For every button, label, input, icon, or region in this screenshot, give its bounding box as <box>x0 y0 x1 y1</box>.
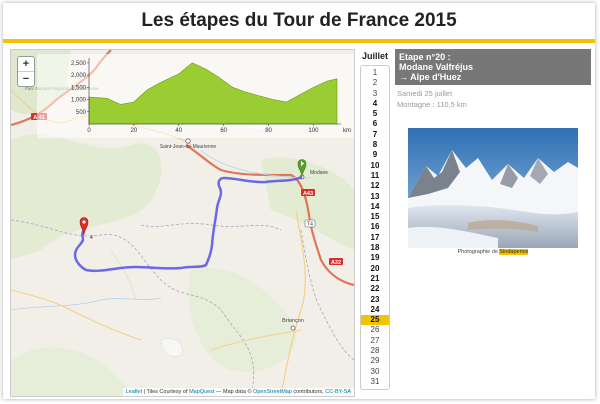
elevation-y-tick-label: 500 <box>76 110 87 116</box>
elevation-x-tick-label: 60 <box>220 128 227 134</box>
day-19[interactable]: 19 <box>361 253 389 263</box>
elevation-profile: 2,500 2,000 1,500 1,000 500 0 20 40 60 80 100 km <box>37 54 354 138</box>
day-9[interactable]: 9 <box>361 150 389 160</box>
mapquest-link[interactable]: MapQuest <box>189 389 214 395</box>
day-8[interactable]: 8 <box>361 140 389 150</box>
stage-finish: → Alpe d'Huez <box>399 72 462 82</box>
data-text: — Map data © <box>214 389 254 395</box>
page-header: Les étapes du Tour de France 2015 <box>3 3 595 43</box>
place-label-modane: Modane <box>310 170 328 176</box>
day-6[interactable]: 6 <box>361 119 389 129</box>
road-label-t4: T4 <box>307 222 313 228</box>
day-25[interactable]: 25 <box>361 315 389 326</box>
place-label-briancon: Briançon <box>282 318 304 324</box>
day-22[interactable]: 22 <box>361 284 389 294</box>
contrib-text: contributors, <box>291 389 326 395</box>
road-label-a32: A32 <box>331 260 341 266</box>
elevation-y-tick-label: 2,500 <box>71 61 87 67</box>
day-31[interactable]: 31 <box>361 377 389 387</box>
tiles-text: | Tiles Courtesy of <box>142 389 190 395</box>
stage-meta: Samedi 25 juillet Montagne : 110,5 km <box>395 85 591 110</box>
day-21[interactable]: 21 <box>361 274 389 284</box>
city-briancon-icon <box>290 325 296 331</box>
elevation-y-tick-label: 1,000 <box>71 98 87 104</box>
photo-credit-author[interactable]: Sindapence <box>499 249 529 255</box>
shield-t4: T4 <box>304 219 316 228</box>
elevation-area <box>88 62 338 125</box>
calendar: Juillet 1 2 3 4 5 6 7 8 9 10 11 12 13 14 15 16 17 18 19 20 2… <box>360 49 390 395</box>
route-map[interactable]: A 41 A43 A32 T4 Saint-Jean-de-Maurienne … <box>10 49 355 397</box>
stage-header: Etape n°20 : Modane Valfréjus → Alpe d'H… <box>395 49 591 85</box>
city-saint-jean-icon <box>185 138 191 144</box>
day-24[interactable]: 24 <box>361 305 389 315</box>
stage-start: Modane Valfréjus <box>399 62 474 72</box>
day-list: 1 2 3 4 5 6 7 8 9 10 11 12 13 14 15 16 17 18 19 20 21 22 23 24 2… <box>360 65 390 391</box>
day-3[interactable]: 3 <box>361 89 389 99</box>
leaflet-link[interactable]: Leaflet <box>126 389 143 395</box>
day-10[interactable]: 10 <box>361 161 389 171</box>
day-12[interactable]: 12 <box>361 181 389 191</box>
day-11[interactable]: 11 <box>361 171 389 181</box>
day-2[interactable]: 2 <box>361 78 389 88</box>
road-label-a43: A43 <box>303 191 313 197</box>
elevation-x-tick-label: 0 <box>87 128 91 134</box>
license-link[interactable]: CC-BY-SA <box>325 389 351 395</box>
day-23[interactable]: 23 <box>361 295 389 305</box>
day-26[interactable]: 26 <box>361 325 389 335</box>
shield-a43: A43 <box>301 189 315 197</box>
day-20[interactable]: 20 <box>361 264 389 274</box>
place-label-saint-jean: Saint-Jean-de-Maurienne <box>160 144 217 150</box>
elevation-x-tick-label: 80 <box>265 128 272 134</box>
end-marker-label: 4 <box>90 235 93 241</box>
zoom-out-button[interactable]: − <box>18 71 34 86</box>
zoom-in-button[interactable]: + <box>18 57 34 71</box>
photo-credit-prefix: Photographie de <box>457 249 500 255</box>
elevation-x-tick-label: 100 <box>308 128 319 134</box>
stage-date: Samedi 25 juillet <box>397 89 453 98</box>
elevation-x-unit: km <box>343 128 351 134</box>
stage-type: Montagne : 110,5 km <box>397 100 467 109</box>
day-16[interactable]: 16 <box>361 222 389 232</box>
day-27[interactable]: 27 <box>361 336 389 346</box>
elevation-x-tick-label: 20 <box>131 128 138 134</box>
day-5[interactable]: 5 <box>361 109 389 119</box>
elevation-y-tick-label: 2,000 <box>71 73 87 79</box>
map-attribution: Leaflet | Tiles Courtesy of MapQuest — M… <box>122 388 354 396</box>
day-28[interactable]: 28 <box>361 346 389 356</box>
day-18[interactable]: 18 <box>361 243 389 253</box>
photo-credit: Photographie de Sindapence <box>408 249 578 255</box>
day-15[interactable]: 15 <box>361 212 389 222</box>
elevation-chart: 2,500 2,000 1,500 1,000 500 0 20 40 60 80 100 km <box>71 58 351 134</box>
shield-a32: A32 <box>329 258 343 266</box>
elevation-x-tick-label: 40 <box>175 128 182 134</box>
day-29[interactable]: 29 <box>361 356 389 366</box>
day-1[interactable]: 1 <box>361 68 389 78</box>
osm-link[interactable]: OpenStreetMap <box>253 389 292 395</box>
elevation-y-tick-label: 1,500 <box>71 85 87 91</box>
day-4[interactable]: 4 <box>361 99 389 109</box>
end-marker-icon <box>79 217 89 236</box>
stage-photo[interactable]: Photographie de Sindapence <box>408 128 578 256</box>
zoom-control: + − <box>17 56 35 87</box>
day-13[interactable]: 13 <box>361 192 389 202</box>
stage-number: Etape n°20 : <box>399 52 451 62</box>
page-title: Les étapes du Tour de France 2015 <box>141 10 457 31</box>
month-title: Juillet <box>361 51 388 61</box>
stage-panel: Etape n°20 : Modane Valfréjus → Alpe d'H… <box>395 49 591 256</box>
day-7[interactable]: 7 <box>361 130 389 140</box>
day-14[interactable]: 14 <box>361 202 389 212</box>
day-17[interactable]: 17 <box>361 233 389 243</box>
mountain-photo-image <box>408 128 578 248</box>
day-30[interactable]: 30 <box>361 367 389 377</box>
page-frame: Les étapes du Tour de France 2015 A A43 … <box>3 3 595 399</box>
